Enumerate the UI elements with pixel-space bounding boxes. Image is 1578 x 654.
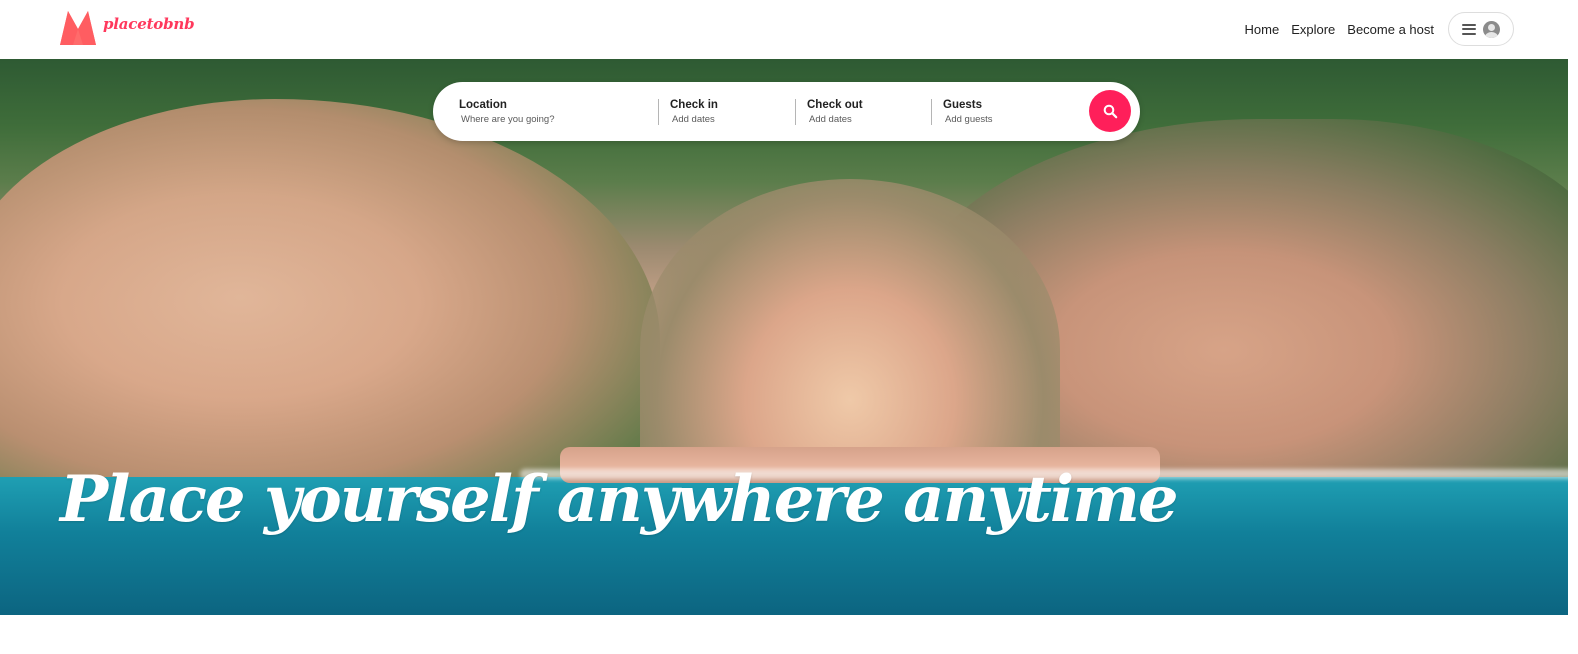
- location-field[interactable]: Location: [459, 99, 611, 125]
- guests-field[interactable]: Guests: [943, 99, 1065, 125]
- checkout-field[interactable]: Check out: [807, 99, 919, 125]
- checkin-label: Check in: [670, 99, 718, 111]
- checkin-field[interactable]: Check in: [670, 99, 782, 125]
- nav-explore-link[interactable]: Explore: [1291, 22, 1335, 37]
- search-button[interactable]: [1089, 90, 1131, 132]
- checkin-input[interactable]: [672, 114, 782, 125]
- top-header: placetobnb Home Explore Become a host: [0, 0, 1578, 59]
- nav-home-link[interactable]: Home: [1245, 22, 1280, 37]
- brand-logo[interactable]: placetobnb: [59, 9, 195, 45]
- search-divider: [658, 99, 659, 125]
- search-divider: [795, 99, 796, 125]
- checkout-input[interactable]: [809, 114, 919, 125]
- user-avatar-icon: [1483, 20, 1500, 38]
- brand-name: placetobnb: [103, 15, 195, 33]
- guests-input[interactable]: [945, 114, 1065, 125]
- checkout-label: Check out: [807, 99, 863, 111]
- guests-label: Guests: [943, 99, 982, 111]
- hero-headline: Place yourself anywhere anytime: [60, 462, 1179, 537]
- search-bar: Location Check in Check out Guests: [433, 82, 1140, 141]
- location-input[interactable]: [461, 114, 611, 125]
- location-label: Location: [459, 99, 507, 111]
- main-nav: Home Explore Become a host: [1245, 12, 1514, 46]
- search-icon: [1103, 104, 1117, 118]
- logo-icon: [60, 11, 96, 45]
- user-menu-button[interactable]: [1448, 12, 1514, 46]
- hamburger-icon: [1462, 23, 1476, 35]
- search-divider: [931, 99, 932, 125]
- nav-become-host-link[interactable]: Become a host: [1347, 22, 1434, 37]
